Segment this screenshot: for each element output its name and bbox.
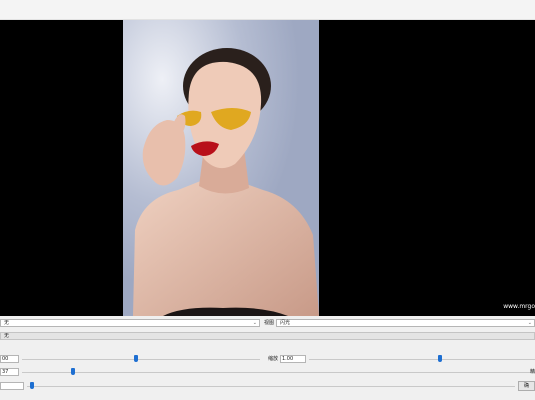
slider-thumb-1[interactable] [134,355,139,362]
slider-track-1[interactable] [22,359,260,360]
photo-preview [123,20,319,316]
confirm-button[interactable]: 确 [518,381,535,391]
slider-track-3[interactable] [27,386,515,387]
zoom-slider-track[interactable] [309,359,535,360]
slider-thumb-2[interactable] [71,368,76,375]
view-select-value: 闪光 [280,320,291,326]
top-toolbar [0,0,535,20]
chevron-down-icon: ⌄ [252,320,257,326]
zoom-slider-thumb[interactable] [438,355,443,362]
view-label: 视图 [264,320,275,326]
status-bar-label: 无 [4,333,10,339]
watermark-text: www.mrgo [503,303,535,310]
value-field-2[interactable]: 37 [0,368,19,376]
zoom-label: 缩放 [268,356,279,362]
value-field-3[interactable] [0,382,24,390]
chevron-down-icon: ⌄ [527,320,532,326]
mode-select-value: 无 [4,320,10,326]
value-field-1[interactable]: 00 [0,355,19,363]
slider-track-2[interactable] [22,372,535,373]
slider-thumb-3[interactable] [29,382,34,389]
portrait-image [123,20,319,316]
status-bar: 无 [0,332,535,340]
mode-select[interactable]: 无 ⌄ [0,319,260,327]
zoom-field[interactable]: 1.00 [280,355,306,363]
view-select[interactable]: 闪光 ⌄ [276,319,535,327]
row2-right-label: 精 [530,369,535,375]
image-viewer[interactable]: www.mrgo [0,20,535,316]
control-panel: 无 ⌄ 视图 闪光 ⌄ 无 00 缩放 1.00 37 精 确 [0,316,535,400]
